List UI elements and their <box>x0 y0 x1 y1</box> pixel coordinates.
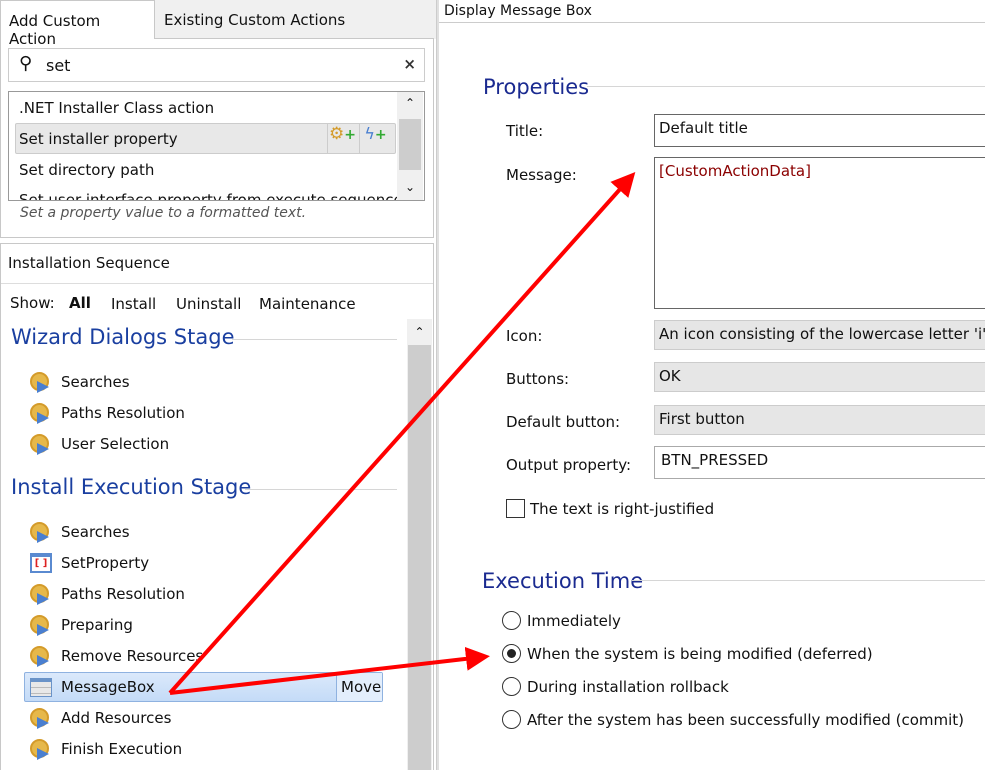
item-label: Remove Resources <box>61 647 204 665</box>
gear-arrow-icon <box>30 522 50 543</box>
search-value: set <box>46 56 71 75</box>
sequence-item[interactable]: Preparing <box>30 612 133 638</box>
tab-add-custom-action[interactable]: Add Custom Action <box>0 0 155 48</box>
title-label: Title: <box>506 122 544 140</box>
search-icon: ⚲ <box>19 53 33 74</box>
list-item[interactable]: Set user interface property from execute… <box>19 191 403 200</box>
sequence-item[interactable]: [ ] SetProperty <box>30 550 149 576</box>
list-item[interactable]: .NET Installer Class action <box>19 99 214 117</box>
gear-arrow-icon <box>30 584 50 605</box>
set-property-icon: [ ] <box>30 553 52 573</box>
list-item[interactable]: Set installer property <box>19 130 178 148</box>
sequence-item[interactable]: Finish Execution <box>30 736 182 762</box>
stage-title: Install Execution Stage <box>11 475 252 499</box>
sequence-item-messagebox[interactable]: MessageBox <box>30 674 155 700</box>
properties-header: Properties <box>483 75 590 99</box>
icon-select[interactable]: An icon consisting of the lowercase lett… <box>654 320 985 350</box>
add-action-icon[interactable]: ⚙+ <box>327 124 357 153</box>
item-label: MessageBox <box>61 678 155 696</box>
divider <box>1 283 433 284</box>
filter-all[interactable]: All <box>69 294 91 312</box>
item-label: Searches <box>61 523 130 541</box>
radio-circle[interactable] <box>502 611 521 630</box>
custom-action-list: .NET Installer Class action Set installe… <box>8 91 425 201</box>
item-label: Paths Resolution <box>61 585 185 603</box>
scrollbar[interactable]: ⌃ ⌄ <box>397 92 423 200</box>
sequence-item[interactable]: Searches <box>30 519 130 545</box>
divider <box>232 339 397 340</box>
item-label: Preparing <box>61 616 133 634</box>
action-description: Set a property value to a formatted text… <box>20 205 307 221</box>
panel-separator <box>436 0 439 770</box>
filter-maintenance[interactable]: Maintenance <box>259 295 356 313</box>
divider <box>587 86 985 87</box>
sequence-item[interactable]: Paths Resolution <box>30 400 185 426</box>
sequence-item[interactable]: Remove Resources <box>30 643 203 669</box>
radio-rollback[interactable]: During installation rollback <box>502 677 729 696</box>
right-justified-checkbox[interactable] <box>506 499 525 518</box>
sequence-item[interactable]: Paths Resolution <box>30 581 185 607</box>
radio-commit[interactable]: After the system has been successfully m… <box>502 710 964 729</box>
gear-arrow-icon <box>30 372 50 393</box>
icon-label: Icon: <box>506 327 543 345</box>
right-justified-label: The text is right-justified <box>530 500 715 518</box>
gear-arrow-icon <box>30 615 50 636</box>
chevron-up-icon[interactable]: ⌃ <box>407 325 432 339</box>
add-action-with-sequence-icon[interactable]: ϟ+ <box>359 124 391 153</box>
sequence-item[interactable]: Searches <box>30 369 130 395</box>
radio-circle[interactable] <box>502 677 521 696</box>
item-label: User Selection <box>61 435 170 453</box>
default-button-select[interactable]: First button <box>654 405 985 435</box>
chevron-down-icon[interactable]: ⌄ <box>397 180 423 194</box>
output-property-label: Output property: <box>506 456 632 474</box>
divider <box>439 22 985 23</box>
item-label: Paths Resolution <box>61 404 185 422</box>
radio-label: After the system has been successfully m… <box>527 710 964 729</box>
radio-circle[interactable] <box>502 710 521 729</box>
close-icon[interactable]: × <box>403 55 416 73</box>
gear-arrow-icon <box>30 739 50 760</box>
radio-immediately[interactable]: Immediately <box>502 611 621 630</box>
search-input[interactable]: ⚲ set × <box>8 48 425 82</box>
filter-install[interactable]: Install <box>111 295 156 313</box>
radio-label: Immediately <box>527 611 621 630</box>
item-label: Finish Execution <box>61 740 183 758</box>
scroll-thumb[interactable] <box>408 345 431 770</box>
radio-label: During installation rollback <box>527 677 729 696</box>
scroll-thumb[interactable] <box>399 119 421 170</box>
sequence-item[interactable]: User Selection <box>30 431 169 457</box>
radio-label: When the system is being modified (defer… <box>527 644 873 663</box>
sequence-item[interactable]: Add Resources <box>30 705 171 731</box>
output-property-input[interactable]: BTN_PRESSED <box>654 446 985 479</box>
list-item[interactable]: Set directory path <box>19 161 154 179</box>
item-label: Add Resources <box>61 709 172 727</box>
message-box-icon <box>30 677 52 697</box>
message-label: Message: <box>506 166 577 184</box>
message-textarea[interactable]: [CustomActionData] <box>654 157 985 309</box>
default-button-label: Default button: <box>506 413 621 431</box>
tab-existing-custom-actions[interactable]: Existing Custom Actions <box>156 0 353 39</box>
execution-time-header: Execution Time <box>482 569 644 593</box>
item-label: Searches <box>61 373 130 391</box>
gear-arrow-icon <box>30 708 50 729</box>
divider <box>632 580 985 581</box>
buttons-label: Buttons: <box>506 370 570 388</box>
item-label: SetProperty <box>61 554 150 572</box>
gear-arrow-icon <box>30 434 50 455</box>
sequence-scrollbar[interactable]: ⌃ <box>407 319 432 770</box>
divider <box>245 489 397 490</box>
installation-sequence-title: Installation Sequence <box>8 254 170 272</box>
radio-deferred[interactable]: When the system is being modified (defer… <box>502 644 873 663</box>
stage-title: Wizard Dialogs Stage <box>11 325 235 349</box>
gear-arrow-icon <box>30 403 50 424</box>
gear-arrow-icon <box>30 646 50 667</box>
panel-title: Display Message Box <box>444 3 592 19</box>
radio-circle-selected[interactable] <box>502 644 521 663</box>
title-input[interactable]: Default title <box>654 114 985 147</box>
chevron-up-icon[interactable]: ⌃ <box>397 96 423 110</box>
move-button[interactable]: Move <box>336 673 382 701</box>
show-label: Show: <box>10 294 55 312</box>
buttons-select[interactable]: OK <box>654 362 985 392</box>
filter-uninstall[interactable]: Uninstall <box>176 295 241 313</box>
